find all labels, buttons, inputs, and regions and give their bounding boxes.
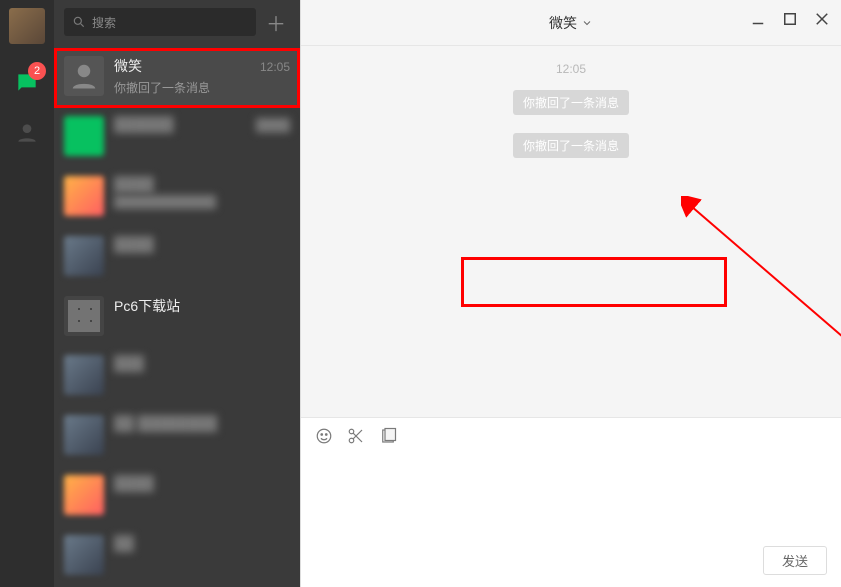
screenshot-button[interactable] [347, 427, 365, 445]
conversation-avatar [64, 236, 104, 276]
chat-panel: 微笑 12:05 你撤回了一条消息 你撤回了一条消息 [300, 0, 841, 587]
file-icon [379, 427, 397, 445]
conversation-name: Pc6下载站 [114, 296, 180, 316]
scissors-icon [347, 427, 365, 445]
close-button[interactable] [813, 10, 831, 28]
conversation-avatar [64, 116, 104, 156]
contacts-tab[interactable] [14, 120, 40, 146]
smile-icon [315, 427, 333, 445]
composer-toolbar [301, 418, 841, 454]
composer: 发送 [301, 417, 841, 587]
conversation-name: 微笑 [114, 56, 142, 76]
list-header: 搜索 ＋ [54, 0, 300, 48]
conversation-avatar [64, 176, 104, 216]
conversation-item[interactable]: Pc6下载站 [54, 288, 300, 348]
conversation-item[interactable]: ██ ████████ [54, 407, 300, 467]
minimize-button[interactable] [749, 10, 767, 28]
conversation-item[interactable]: ████████████████ [54, 168, 300, 228]
conversation-avatar [64, 296, 104, 336]
conversation-preview: 你撤回了一条消息 [114, 79, 290, 96]
file-button[interactable] [379, 427, 397, 445]
emoji-button[interactable] [315, 427, 333, 445]
conversation-item[interactable]: ██ [54, 527, 300, 587]
chevron-down-icon [581, 17, 593, 29]
conversation-time: 12:05 [260, 60, 290, 74]
conversation-avatar [64, 475, 104, 515]
chat-title[interactable]: 微笑 [549, 13, 593, 33]
search-icon [72, 15, 86, 29]
conversation-avatar [64, 535, 104, 575]
send-button[interactable]: 发送 [763, 546, 827, 575]
search-input[interactable]: 搜索 [64, 8, 256, 36]
message-timestamp: 12:05 [311, 62, 831, 76]
recall-notice: 你撤回了一条消息 [513, 90, 629, 115]
titlebar: 微笑 [301, 0, 841, 46]
conversation-item-active[interactable]: 微笑 12:05 你撤回了一条消息 [54, 48, 300, 108]
conversation-avatar [64, 415, 104, 455]
conversation-item[interactable]: ████ [54, 228, 300, 288]
conversation-item[interactable]: ██████████ [54, 108, 300, 168]
search-placeholder: 搜索 [92, 14, 116, 31]
annotation-highlight [461, 257, 727, 307]
nav-rail: 2 [0, 0, 54, 587]
new-chat-button[interactable]: ＋ [262, 8, 290, 36]
maximize-button[interactable] [781, 10, 799, 28]
chats-tab[interactable]: 2 [12, 68, 42, 98]
conversation-item[interactable]: ████ [54, 467, 300, 527]
message-input[interactable] [301, 454, 841, 540]
conversation-avatar [64, 56, 104, 96]
recall-notice: 你撤回了一条消息 [513, 133, 629, 158]
conversation-item[interactable]: ███ [54, 347, 300, 407]
unread-badge: 2 [28, 62, 46, 80]
chat-messages: 12:05 你撤回了一条消息 你撤回了一条消息 [301, 46, 841, 417]
conversation-avatar [64, 355, 104, 395]
user-avatar[interactable] [9, 8, 45, 44]
conversation-list: 搜索 ＋ 微笑 12:05 你撤回了一条消息 ██████████ ██████… [54, 0, 300, 587]
